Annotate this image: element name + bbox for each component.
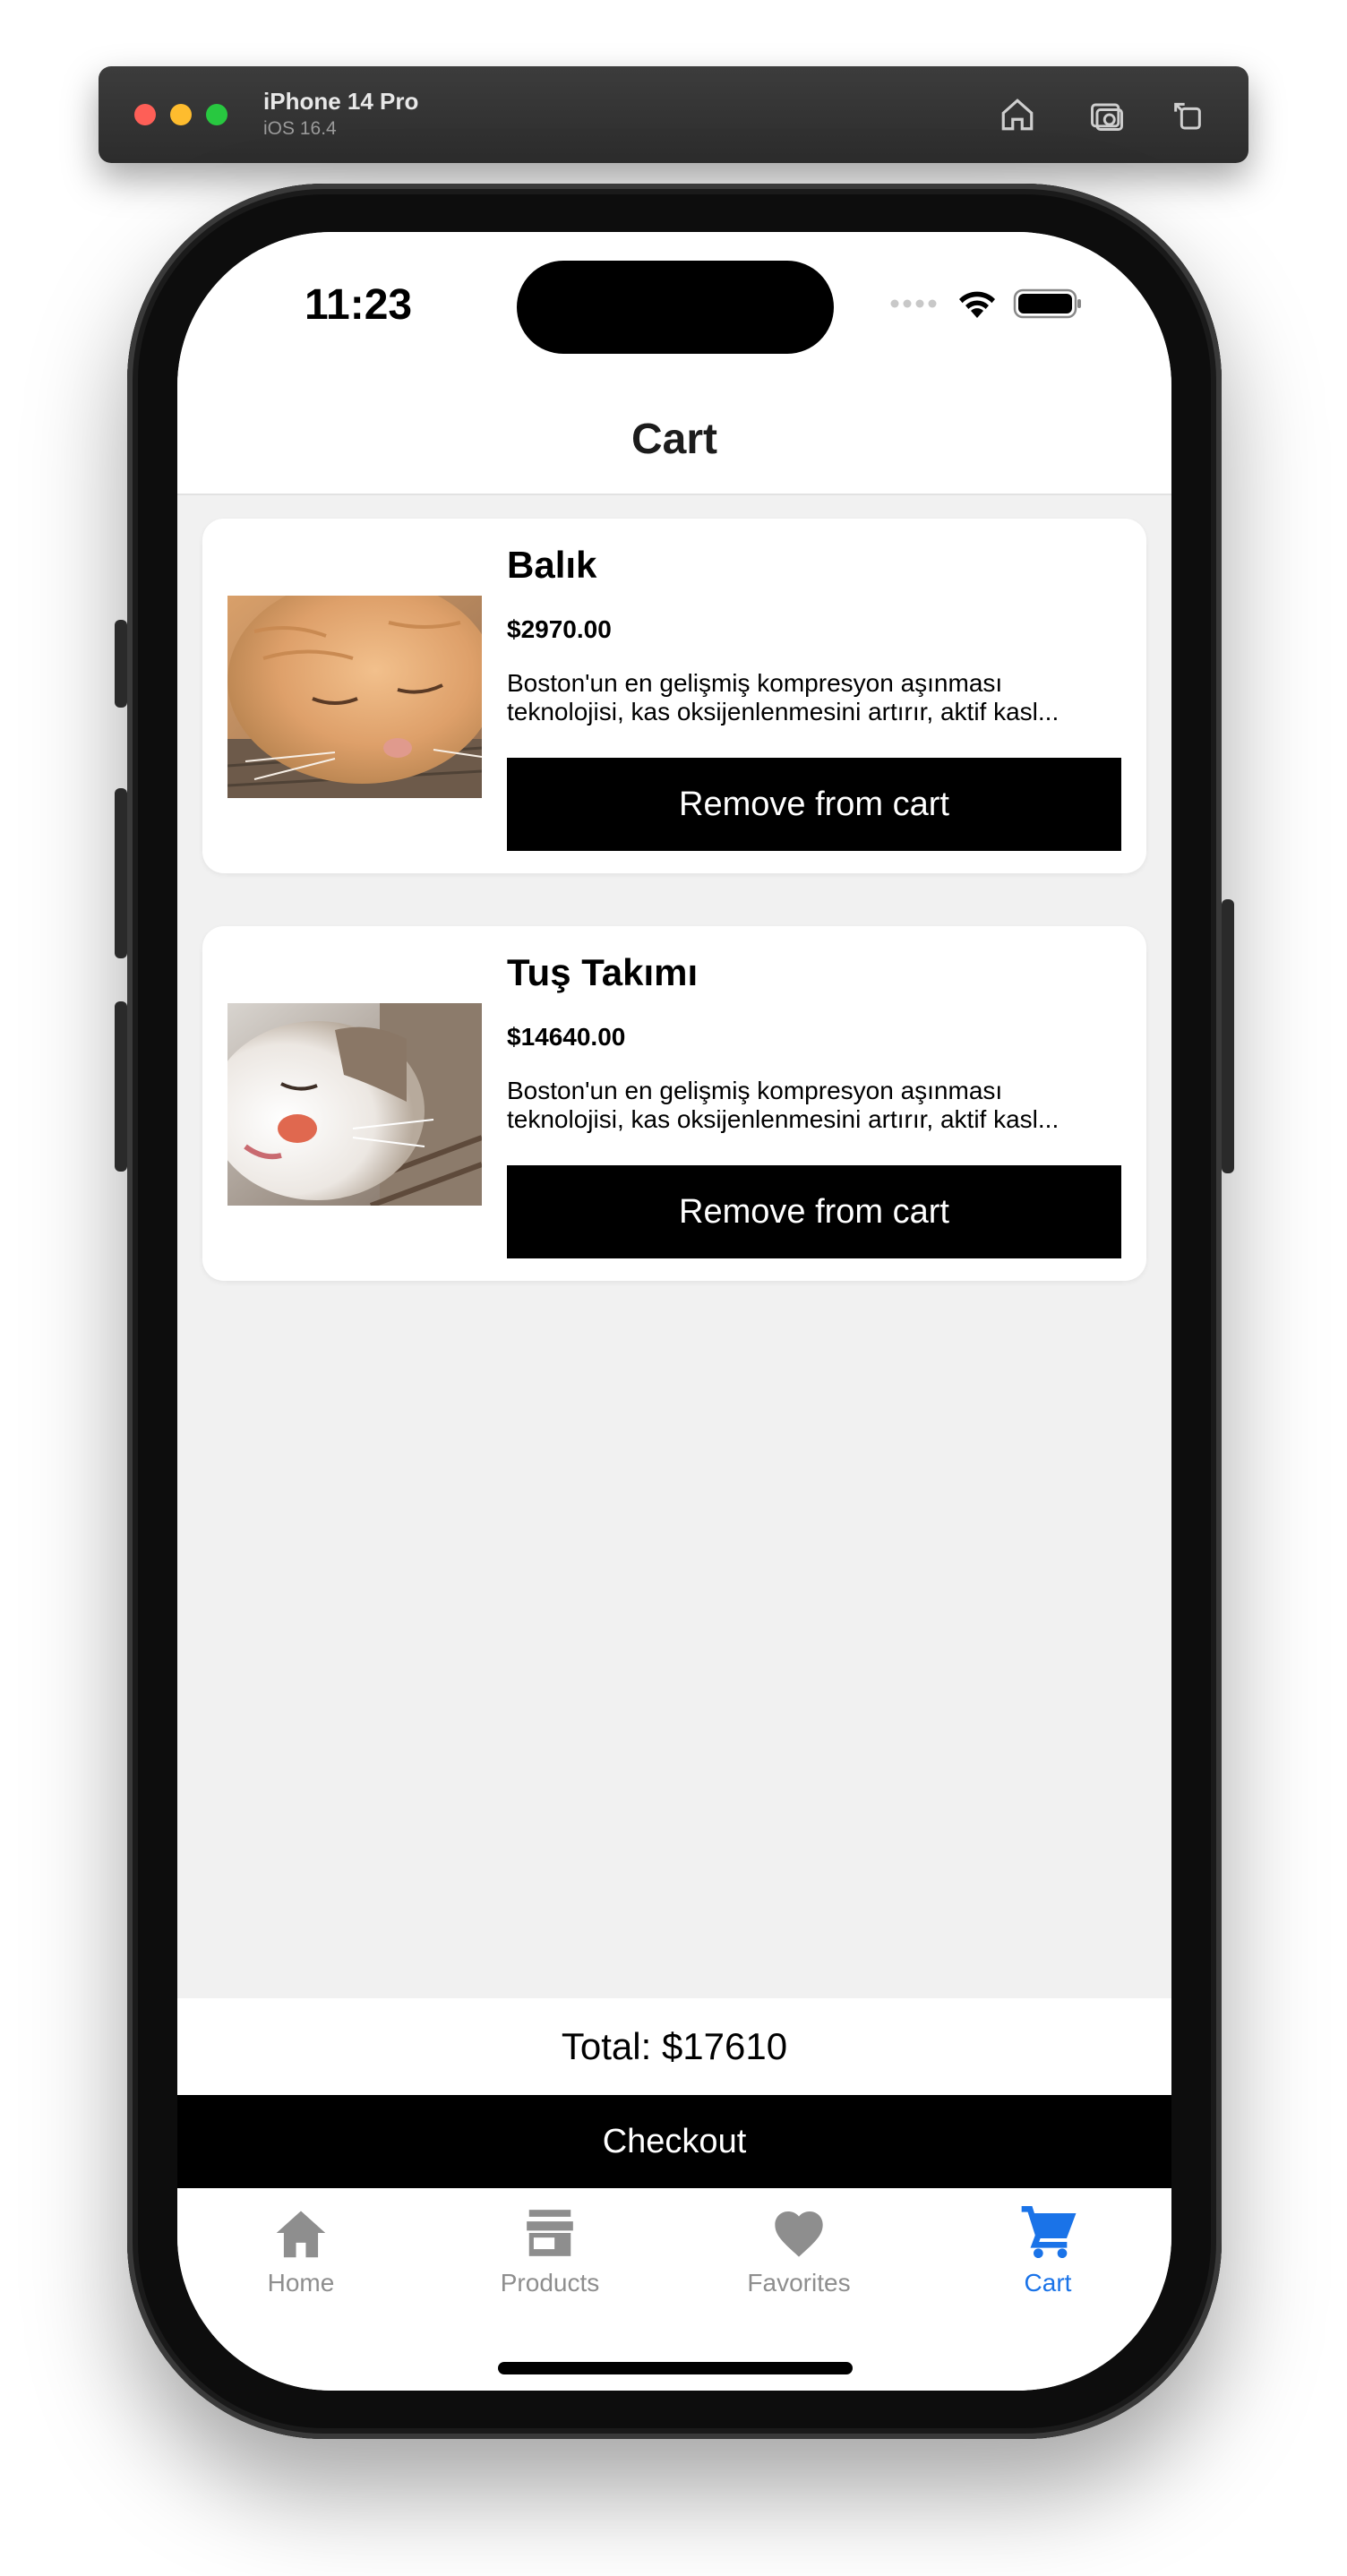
home-icon: [276, 2211, 326, 2258]
volume-up-button: [115, 788, 127, 958]
product-name: Balık: [507, 544, 597, 586]
page-title: Cart: [631, 416, 718, 463]
status-bar: 11:23: [177, 232, 1171, 384]
tab-favorites[interactable]: Favorites: [709, 2206, 888, 2314]
checkout-button[interactable]: Checkout: [177, 2095, 1171, 2188]
mute-switch: [115, 620, 127, 708]
device-name: iPhone 14 Pro: [263, 88, 419, 115]
tab-bar: Home Products Favorites Cart: [177, 2188, 1171, 2391]
nav-header: Cart: [177, 384, 1171, 495]
product-name: Tuş Takımı: [507, 951, 699, 993]
remove-from-cart-button[interactable]: Remove from cart: [507, 1165, 1121, 1258]
tab-label: Favorites: [747, 2269, 851, 2297]
app-screen: 11:23 Cart Balık $2970.00 Boston'un en g…: [177, 232, 1171, 2391]
wifi-icon: [959, 291, 995, 318]
simulator-toolbar: iPhone 14 Pro iOS 16.4: [99, 66, 1248, 163]
close-window-button[interactable]: [134, 104, 156, 125]
product-price: $14640.00: [507, 1023, 626, 1051]
rotate-icon[interactable]: [1164, 91, 1211, 138]
tab-cart[interactable]: Cart: [958, 2206, 1137, 2314]
zoom-window-button[interactable]: [206, 104, 227, 125]
home-indicator: [498, 2362, 853, 2374]
cart-icon: [1021, 2206, 1077, 2258]
screenshot-icon[interactable]: [1084, 91, 1130, 138]
tab-products[interactable]: Products: [460, 2206, 639, 2314]
tab-label: Products: [500, 2269, 600, 2297]
dynamic-island: [517, 261, 834, 354]
battery-icon: [1013, 288, 1081, 319]
status-icons: [889, 288, 1083, 320]
power-button: [1222, 899, 1234, 1173]
product-description: Boston'un en gelişmiş kompresyon aşınmas…: [507, 1077, 1060, 1133]
cart-item-card: Balık $2970.00 Boston'un en gelişmiş kom…: [202, 519, 1146, 873]
status-time: 11:23: [305, 281, 413, 329]
cart-total: Total: $17610: [177, 1998, 1171, 2095]
store-icon: [527, 2210, 573, 2256]
tab-label: Home: [267, 2269, 335, 2297]
tab-label: Cart: [1024, 2269, 1072, 2297]
home-icon[interactable]: [994, 91, 1041, 138]
os-version: iOS 16.4: [263, 118, 337, 139]
product-description: Boston'un en gelişmiş kompresyon aşınmas…: [507, 669, 1060, 726]
product-price: $2970.00: [507, 615, 612, 643]
product-image: [227, 596, 482, 798]
cart-item-card: Tuş Takımı $14640.00 Boston'un en gelişm…: [202, 926, 1146, 1281]
tab-home[interactable]: Home: [211, 2206, 390, 2314]
remove-from-cart-button[interactable]: Remove from cart: [507, 758, 1121, 851]
signal-icon: [890, 299, 937, 308]
heart-icon: [775, 2211, 823, 2257]
volume-down-button: [115, 1001, 127, 1172]
product-image: [227, 1003, 482, 1206]
minimize-window-button[interactable]: [170, 104, 192, 125]
